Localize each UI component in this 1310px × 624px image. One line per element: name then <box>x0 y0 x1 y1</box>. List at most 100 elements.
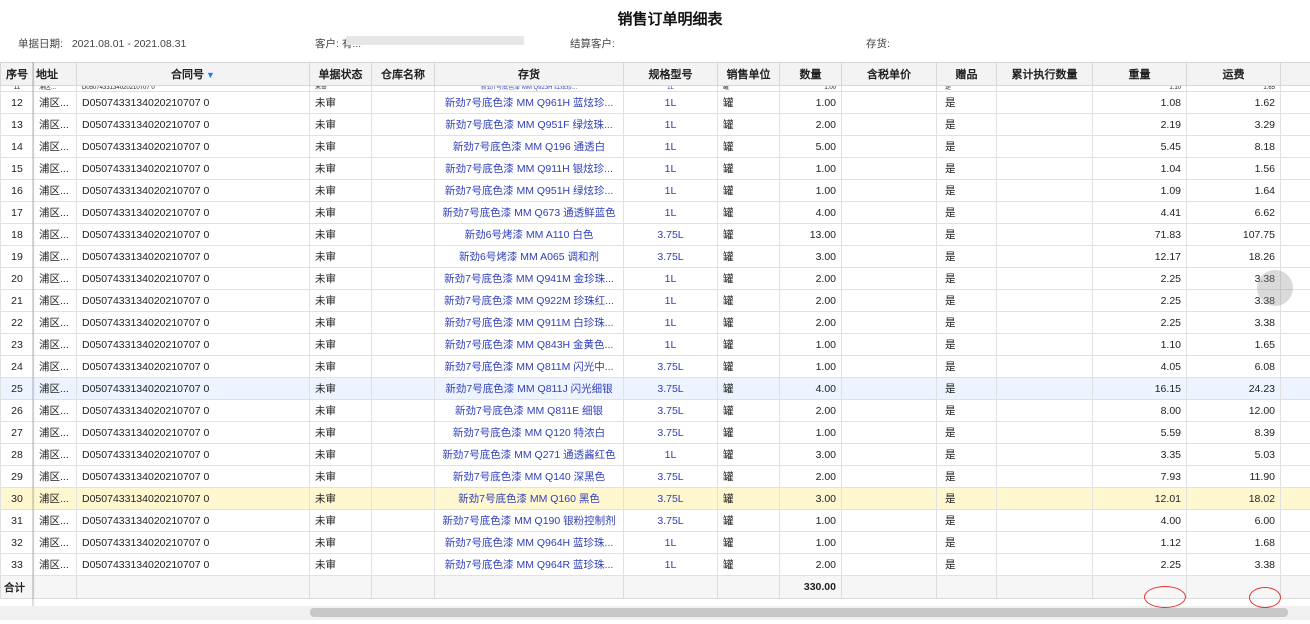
table-row[interactable]: 18 浦区... D0507433134020210707 0 未审 新劲6号烤漆 MM… <box>0 223 1310 246</box>
col-address[interactable]: 地址 <box>33 62 77 86</box>
cell-contract: D0507433134020210707 0 <box>76 245 310 268</box>
cell-executed-qty <box>996 157 1093 180</box>
cell-product[interactable]: 新劲7号底色漆 MM Q961H 蓝炫珍... <box>434 91 624 114</box>
cell-seq: 31 <box>0 509 34 532</box>
cell-contract: D0507433134020210707 0 <box>76 179 310 202</box>
cell-executed-qty <box>996 487 1093 510</box>
cell-product[interactable]: 新劲7号底色漆 MM Q951F 绿炫珠... <box>434 113 624 136</box>
cell-product[interactable]: 新劲7号底色漆 MM Q271 通透酱红色 <box>434 443 624 466</box>
cell-freight: 3.38 <box>1186 553 1281 576</box>
col-unit[interactable]: 销售单位 <box>717 62 780 86</box>
col-contract[interactable]: 合同号 ▼ <box>76 62 310 86</box>
cell-product[interactable]: 新劲7号底色漆 MM Q160 黑色 <box>434 487 624 510</box>
cell-product[interactable]: 新劲7号底色漆 MM Q922M 珍珠红... <box>434 289 624 312</box>
col-status[interactable]: 单据状态 <box>309 62 372 86</box>
table-row[interactable]: 17 浦区... D0507433134020210707 0 未审 新劲7号底色漆 M… <box>0 201 1310 224</box>
table-row[interactable]: 19 浦区... D0507433134020210707 0 未审 新劲6号烤漆 MM… <box>0 245 1310 268</box>
cell-product[interactable]: 新劲7号底色漆 MM Q951H 绿炫珍... <box>434 179 624 202</box>
table-row[interactable]: 24 浦区... D0507433134020210707 0 未审 新劲7号底色漆 M… <box>0 355 1310 378</box>
cell-address: 浦区... <box>33 487 77 510</box>
table-row[interactable]: 15 浦区... D0507433134020210707 0 未审 新劲7号底色漆 M… <box>0 157 1310 180</box>
cell-weight: 2.25 <box>1092 289 1187 312</box>
cell-product[interactable]: 新劲7号底色漆 MM Q811J 闪光细银 <box>434 377 624 400</box>
cell-product[interactable]: 新劲7号底色漆 MM Q964R 蓝珍珠... <box>434 553 624 576</box>
cell-price <box>841 553 937 576</box>
total-cell <box>434 575 624 599</box>
table-row[interactable]: 30 浦区... D0507433134020210707 0 未审 新劲7号底色漆 M… <box>0 487 1310 510</box>
table-row[interactable]: 29 浦区... D0507433134020210707 0 未审 新劲7号底色漆 M… <box>0 465 1310 488</box>
cell-product[interactable]: 新劲7号底色漆 MM Q941M 金珍珠... <box>434 267 624 290</box>
floating-button[interactable] <box>1257 270 1293 306</box>
cell-spec: 3.75L <box>623 223 718 246</box>
annotation-circle-freight <box>1249 587 1281 608</box>
cell-warehouse <box>371 465 435 488</box>
table-row[interactable]: 22 浦区... D0507433134020210707 0 未审 新劲7号底色漆 M… <box>0 311 1310 334</box>
cell-product[interactable]: 新劲7号底色漆 MM Q843H 金黄色... <box>434 333 624 356</box>
table-row[interactable]: 23 浦区... D0507433134020210707 0 未审 新劲7号底色漆 M… <box>0 333 1310 356</box>
cell-product[interactable]: 新劲7号底色漆 MM Q911H 银炫珍... <box>434 157 624 180</box>
cell-more <box>1280 487 1310 510</box>
col-gift[interactable]: 赠品 <box>936 62 997 86</box>
cell-more <box>1280 223 1310 246</box>
col-warehouse[interactable]: 仓库名称 <box>371 62 435 86</box>
table-row[interactable]: 21 浦区... D0507433134020210707 0 未审 新劲7号底色漆 M… <box>0 289 1310 312</box>
cell-product[interactable]: 新劲7号底色漆 MM Q911M 白珍珠... <box>434 311 624 334</box>
col-price[interactable]: 含税单价 <box>841 62 937 86</box>
cell-gift: 是 <box>936 179 997 202</box>
col-freight[interactable]: 运费 <box>1186 62 1281 86</box>
cell-product[interactable]: 新劲6号烤漆 MM A065 调和剂 <box>434 245 624 268</box>
cell-spec: 1L <box>623 267 718 290</box>
cell-contract: D0507433134020210707 0 <box>76 377 310 400</box>
scrollbar-thumb[interactable] <box>310 608 1288 617</box>
total-label: 合计 <box>0 575 34 599</box>
col-seq[interactable]: 序号 <box>0 62 34 86</box>
col-spec[interactable]: 规格型号 <box>623 62 718 86</box>
cell-contract: D0507433134020210707 0 <box>76 355 310 378</box>
table-row[interactable]: 33 浦区... D0507433134020210707 0 未审 新劲7号底色漆 M… <box>0 553 1310 576</box>
table-row[interactable]: 16 浦区... D0507433134020210707 0 未审 新劲7号底色漆 M… <box>0 179 1310 202</box>
table-row[interactable]: 13 浦区... D0507433134020210707 0 未审 新劲7号底色漆 M… <box>0 113 1310 136</box>
funnel-icon[interactable]: ▼ <box>206 70 215 80</box>
cell-product[interactable]: 新劲6号烤漆 MM A110 白色 <box>434 223 624 246</box>
table-row[interactable]: 31 浦区... D0507433134020210707 0 未审 新劲7号底色漆 M… <box>0 509 1310 532</box>
cell-weight: 71.83 <box>1092 223 1187 246</box>
table-row[interactable]: 26 浦区... D0507433134020210707 0 未审 新劲7号底色漆 M… <box>0 399 1310 422</box>
cell-product[interactable]: 新劲7号底色漆 MM Q673 通透鲜蓝色 <box>434 201 624 224</box>
cell-warehouse <box>371 311 435 334</box>
table-row[interactable]: 32 浦区... D0507433134020210707 0 未审 新劲7号底色漆 M… <box>0 531 1310 554</box>
cell-more <box>1280 113 1310 136</box>
col-executed-qty[interactable]: 累计执行数量 <box>996 62 1093 86</box>
cell-unit: 罐 <box>717 201 780 224</box>
cell-qty: 2.00 <box>779 553 842 576</box>
cell-product[interactable]: 新劲7号底色漆 MM Q140 深黑色 <box>434 465 624 488</box>
cell-product[interactable]: 新劲7号底色漆 MM Q190 银粉控制剂 <box>434 509 624 532</box>
cell-unit: 罐 <box>717 465 780 488</box>
cell-qty: 4.00 <box>779 377 842 400</box>
cell-contract: D0507433134020210707 0 <box>76 113 310 136</box>
col-weight[interactable]: 重量 <box>1092 62 1187 86</box>
cell-address: 浦区... <box>33 443 77 466</box>
total-cell <box>371 575 435 599</box>
cell-seq: 26 <box>0 399 34 422</box>
cell-qty: 1.00 <box>779 355 842 378</box>
col-product[interactable]: 存货 <box>434 62 624 86</box>
table-row[interactable]: 28 浦区... D0507433134020210707 0 未审 新劲7号底色漆 M… <box>0 443 1310 466</box>
table-row[interactable]: 25 浦区... D0507433134020210707 0 未审 新劲7号底色漆 M… <box>0 377 1310 400</box>
cell-product[interactable]: 新劲7号底色漆 MM Q120 特浓白 <box>434 421 624 444</box>
cell-status: 未审 <box>309 311 372 334</box>
table-row[interactable]: 27 浦区... D0507433134020210707 0 未审 新劲7号底色漆 M… <box>0 421 1310 444</box>
cell-product[interactable]: 新劲7号底色漆 MM Q811E 细银 <box>434 399 624 422</box>
table-row[interactable]: 12 浦区... D0507433134020210707 0 未审 新劲7号底色漆 M… <box>0 91 1310 114</box>
cell-status: 未审 <box>309 267 372 290</box>
col-qty[interactable]: 数量 <box>779 62 842 86</box>
cell-qty: 1.00 <box>779 179 842 202</box>
cell-more <box>1280 399 1310 422</box>
table-row[interactable]: 20 浦区... D0507433134020210707 0 未审 新劲7号底色漆 M… <box>0 267 1310 290</box>
cell-product[interactable]: 新劲7号底色漆 MM Q196 通透白 <box>434 135 624 158</box>
cell-more <box>1280 311 1310 334</box>
table-row[interactable]: 14 浦区... D0507433134020210707 0 未审 新劲7号底色漆 M… <box>0 135 1310 158</box>
cell-product[interactable]: 新劲7号底色漆 MM Q964H 蓝珍珠... <box>434 531 624 554</box>
cell-product[interactable]: 新劲7号底色漆 MM Q811M 闪光中... <box>434 355 624 378</box>
cell-gift: 是 <box>936 245 997 268</box>
cell-address: 浦区... <box>33 135 77 158</box>
